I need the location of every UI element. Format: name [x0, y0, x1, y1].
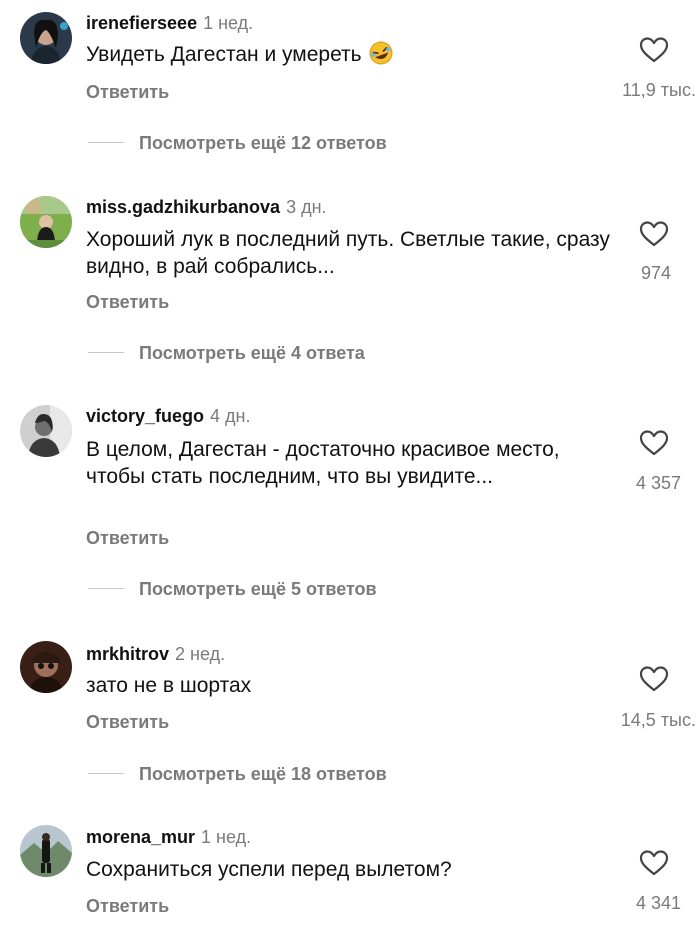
reply-button[interactable]: Ответить	[86, 527, 169, 549]
username[interactable]: morena_mur	[86, 827, 195, 847]
username[interactable]: mrkhitrov	[86, 644, 169, 664]
avatar[interactable]	[20, 405, 72, 457]
timestamp: 4 дн.	[210, 406, 251, 426]
divider-line	[88, 588, 124, 589]
view-replies-button[interactable]: Посмотреть ещё 18 ответов	[139, 763, 387, 785]
timestamp: 3 дн.	[286, 197, 327, 217]
comment-text: Сохраниться успели перед вылетом?	[86, 858, 452, 881]
timestamp: 2 нед.	[175, 644, 226, 664]
comment-text: Увидеть Дагестан и умереть	[86, 41, 591, 72]
comment-meta: irenefierseee 1 нед.	[86, 12, 253, 34]
divider-line	[88, 142, 124, 143]
divider-line	[88, 773, 124, 774]
rofl-emoji-icon	[368, 41, 394, 72]
avatar[interactable]	[20, 196, 72, 248]
heart-outline-icon[interactable]	[639, 429, 669, 457]
username[interactable]: victory_fuego	[86, 406, 204, 426]
avatar[interactable]	[20, 825, 72, 877]
heart-outline-icon[interactable]	[639, 36, 669, 64]
heart-outline-icon[interactable]	[639, 665, 669, 693]
comment-text: Хороший лук в последний путь. Светлые та…	[86, 228, 610, 278]
view-replies-button[interactable]: Посмотреть ещё 4 ответа	[139, 342, 365, 364]
view-replies-button[interactable]: Посмотреть ещё 5 ответов	[139, 578, 377, 600]
like-count: 974	[640, 263, 671, 283]
divider-line	[88, 352, 124, 353]
comment-meta: miss.gadzhikurbanova 3 дн.	[86, 196, 327, 218]
comment-meta: victory_fuego 4 дн.	[86, 405, 251, 427]
comment-meta: mrkhitrov 2 нед.	[86, 643, 225, 665]
reply-button[interactable]: Ответить	[86, 81, 169, 103]
comment-text: В целом, Дагестан - достаточно красивое …	[86, 438, 560, 488]
heart-outline-icon[interactable]	[639, 220, 669, 248]
comment-text-content: Увидеть Дагестан и умереть	[86, 43, 362, 66]
comment-meta: morena_mur 1 нед.	[86, 826, 251, 848]
username[interactable]: miss.gadzhikurbanova	[86, 197, 280, 217]
view-replies-button[interactable]: Посмотреть ещё 12 ответов	[139, 132, 387, 154]
like-count: 4 341	[635, 893, 681, 913]
like-count: 11,9 тыс.	[622, 80, 696, 100]
heart-outline-icon[interactable]	[639, 849, 669, 877]
comment-irenefierseee: irenefierseee 1 нед. Увидеть Дагестан и у…	[0, 0, 700, 170]
timestamp: 1 нед.	[203, 13, 254, 33]
like-count: 14,5 тыс.	[620, 710, 696, 730]
avatar[interactable]	[20, 12, 72, 64]
avatar[interactable]	[20, 641, 72, 693]
username[interactable]: irenefierseee	[86, 13, 197, 33]
reply-button[interactable]: Ответить	[86, 895, 169, 917]
reply-button[interactable]: Ответить	[86, 291, 169, 313]
like-count: 4 357	[635, 473, 681, 493]
comment-text: зато не в шортах	[86, 674, 252, 697]
timestamp: 1 нед.	[201, 827, 252, 847]
reply-button[interactable]: Ответить	[86, 711, 169, 733]
